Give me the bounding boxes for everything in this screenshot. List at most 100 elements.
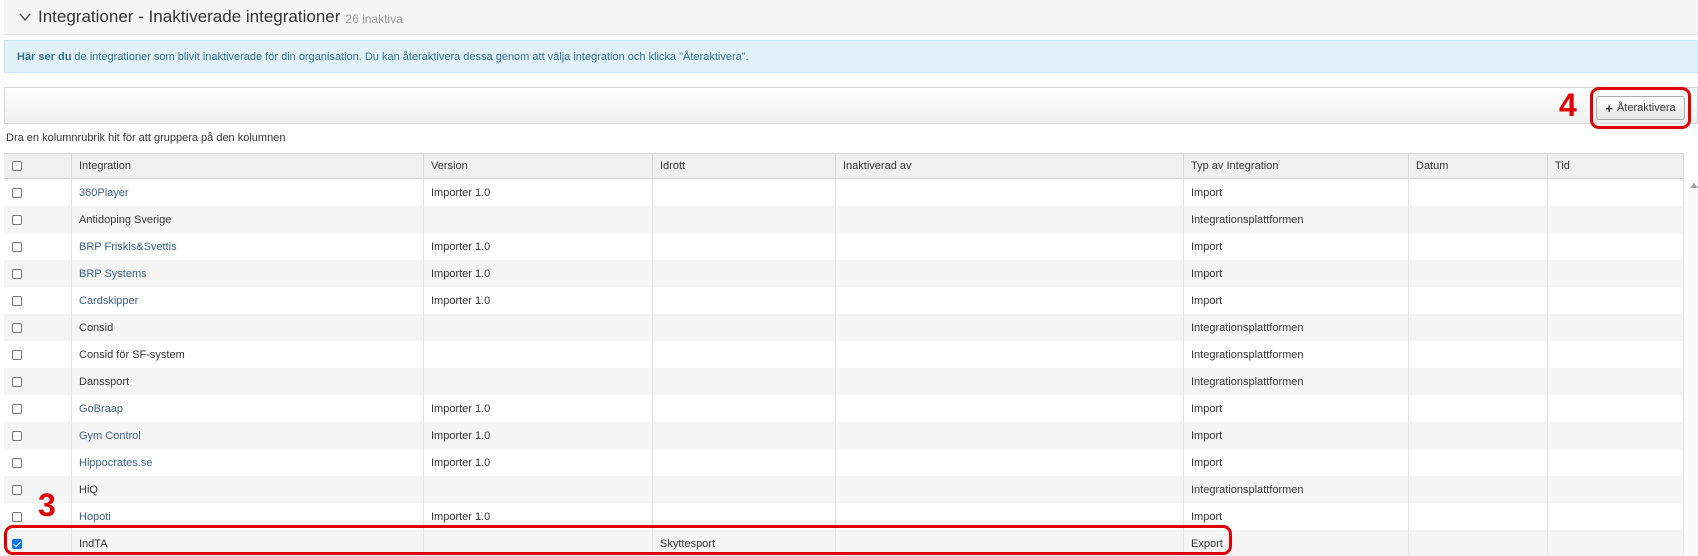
annotation-number-3: 3 bbox=[38, 487, 56, 523]
table-row[interactable]: Gym Control Importer 1.0 Import bbox=[4, 422, 1684, 449]
cell-inaktiverad-av bbox=[836, 260, 1184, 287]
row-checkbox[interactable] bbox=[12, 376, 22, 387]
cell-typ: Integrationsplattformen bbox=[1184, 368, 1409, 395]
cell-idrott bbox=[653, 179, 836, 206]
cell-version: Importer 1.0 bbox=[424, 260, 653, 287]
cell-typ: Import bbox=[1184, 395, 1409, 422]
grid-toolbar bbox=[4, 87, 1698, 124]
table-row[interactable]: Consid Integrationsplattformen bbox=[4, 314, 1684, 341]
panel-title: Integrationer - Inaktiverade integration… bbox=[38, 7, 341, 26]
cell-version bbox=[424, 476, 653, 503]
row-select-cell bbox=[4, 206, 72, 233]
cell-version bbox=[424, 368, 653, 395]
cell-datum bbox=[1409, 368, 1548, 395]
cell-idrott bbox=[653, 395, 836, 422]
cell-datum bbox=[1409, 233, 1548, 260]
annotation-number-4: 4 bbox=[1559, 87, 1577, 123]
cell-integration[interactable]: Gym Control bbox=[72, 422, 424, 449]
cell-version bbox=[424, 206, 653, 233]
annotation-box-reactivate bbox=[1590, 87, 1691, 129]
cell-integration[interactable]: BRP Friskis&Svettis bbox=[72, 233, 424, 260]
table-row[interactable]: 360Player Importer 1.0 Import bbox=[4, 179, 1684, 206]
cell-idrott bbox=[653, 449, 836, 476]
cell-integration[interactable]: BRP Systems bbox=[72, 260, 424, 287]
cell-datum bbox=[1409, 395, 1548, 422]
cell-tid bbox=[1548, 314, 1684, 341]
cell-tid bbox=[1548, 476, 1684, 503]
chevron-down-icon[interactable] bbox=[18, 10, 32, 24]
row-checkbox[interactable] bbox=[12, 322, 22, 333]
table-row[interactable]: HiQ Integrationsplattformen bbox=[4, 476, 1684, 503]
cell-datum bbox=[1409, 260, 1548, 287]
column-header-tid[interactable]: Tid bbox=[1548, 154, 1684, 178]
cell-version bbox=[424, 314, 653, 341]
cell-integration[interactable]: 360Player bbox=[72, 179, 424, 206]
row-select-cell bbox=[4, 260, 72, 287]
row-checkbox[interactable] bbox=[12, 484, 22, 495]
cell-inaktiverad-av bbox=[836, 476, 1184, 503]
table-row[interactable]: Hippocrates.se Importer 1.0 Import bbox=[4, 449, 1684, 476]
table-row[interactable]: BRP Friskis&Svettis Importer 1.0 Import bbox=[4, 233, 1684, 260]
cell-idrott bbox=[653, 368, 836, 395]
cell-idrott bbox=[653, 341, 836, 368]
cell-version: Importer 1.0 bbox=[424, 287, 653, 314]
column-header-idrott[interactable]: Idrott bbox=[653, 154, 836, 178]
column-header-inaktiverad-av[interactable]: Inaktiverad av bbox=[836, 154, 1184, 178]
table-row[interactable]: Cardskipper Importer 1.0 Import bbox=[4, 287, 1684, 314]
cell-typ: Import bbox=[1184, 179, 1409, 206]
row-select-cell bbox=[4, 179, 72, 206]
row-select-cell bbox=[4, 341, 72, 368]
cell-tid bbox=[1548, 530, 1684, 556]
group-drop-hint[interactable]: Dra en kolumnrubrik hit för att gruppera… bbox=[6, 132, 285, 144]
cell-version bbox=[424, 341, 653, 368]
cell-integration: Antidoping Sverige bbox=[72, 206, 424, 233]
cell-integration: Danssport bbox=[72, 368, 424, 395]
inactive-count: 26 inaktiva bbox=[345, 11, 403, 26]
cell-version: Importer 1.0 bbox=[424, 449, 653, 476]
cell-datum bbox=[1409, 341, 1548, 368]
cell-inaktiverad-av bbox=[836, 314, 1184, 341]
row-checkbox[interactable] bbox=[12, 457, 22, 468]
cell-integration[interactable]: Cardskipper bbox=[72, 287, 424, 314]
cell-version: Importer 1.0 bbox=[424, 233, 653, 260]
cell-integration: HiQ bbox=[72, 476, 424, 503]
row-checkbox[interactable] bbox=[12, 268, 22, 279]
cell-integration[interactable]: Hippocrates.se bbox=[72, 449, 424, 476]
cell-datum bbox=[1409, 449, 1548, 476]
table-row[interactable]: Danssport Integrationsplattformen bbox=[4, 368, 1684, 395]
row-checkbox[interactable] bbox=[12, 187, 22, 198]
row-checkbox[interactable] bbox=[12, 511, 22, 522]
cell-datum bbox=[1409, 179, 1548, 206]
select-all-checkbox[interactable] bbox=[12, 161, 22, 171]
row-checkbox[interactable] bbox=[12, 295, 22, 306]
cell-tid bbox=[1548, 368, 1684, 395]
row-checkbox[interactable] bbox=[12, 214, 22, 225]
table-row[interactable]: BRP Systems Importer 1.0 Import bbox=[4, 260, 1684, 287]
cell-typ: Integrationsplattformen bbox=[1184, 206, 1409, 233]
row-checkbox[interactable] bbox=[12, 349, 22, 360]
cell-typ: Import bbox=[1184, 287, 1409, 314]
column-header-datum[interactable]: Datum bbox=[1409, 154, 1548, 178]
cell-typ: Integrationsplattformen bbox=[1184, 341, 1409, 368]
column-header-version[interactable]: Version bbox=[424, 154, 653, 178]
row-checkbox[interactable] bbox=[12, 403, 22, 414]
cell-integration[interactable]: GoBraap bbox=[72, 395, 424, 422]
vertical-scrollbar[interactable] bbox=[1688, 179, 1698, 556]
table-row[interactable]: GoBraap Importer 1.0 Import bbox=[4, 395, 1684, 422]
cell-datum bbox=[1409, 476, 1548, 503]
cell-typ: Integrationsplattformen bbox=[1184, 314, 1409, 341]
cell-tid bbox=[1548, 503, 1684, 530]
row-checkbox[interactable] bbox=[12, 430, 22, 441]
table-row[interactable]: Consid för SF-system Integrationsplattfor… bbox=[4, 341, 1684, 368]
row-checkbox[interactable] bbox=[12, 241, 22, 252]
column-header-integration[interactable]: Integration bbox=[72, 154, 424, 178]
cell-tid bbox=[1548, 206, 1684, 233]
cell-datum bbox=[1409, 422, 1548, 449]
column-header-typ[interactable]: Typ av Integration bbox=[1184, 154, 1409, 178]
cell-version: Importer 1.0 bbox=[424, 422, 653, 449]
cell-datum bbox=[1409, 287, 1548, 314]
table-row[interactable]: Antidoping Sverige Integrationsplattforme… bbox=[4, 206, 1684, 233]
scroll-up-arrow-icon[interactable] bbox=[1690, 183, 1698, 188]
cell-typ: Import bbox=[1184, 233, 1409, 260]
panel-header[interactable]: Integrationer - Inaktiverade integration… bbox=[4, 0, 1698, 35]
